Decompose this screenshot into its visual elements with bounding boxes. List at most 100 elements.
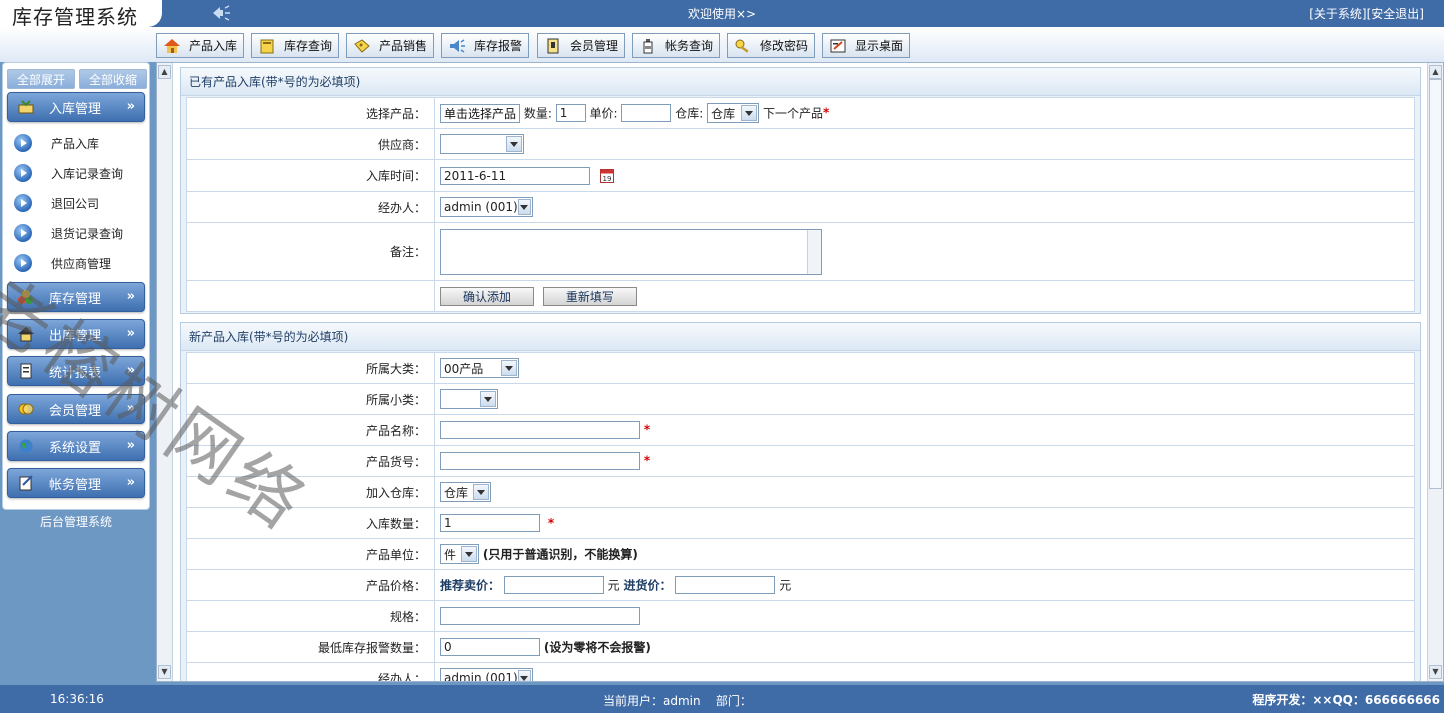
existing-product-title: 已有产品入库(带*号的为必填项) (181, 68, 1420, 96)
sidebar-group-inbound[interactable]: 入库管理 » (7, 92, 145, 122)
key-icon (735, 39, 749, 53)
form-row: 规格： (186, 600, 1415, 632)
calendar-icon[interactable]: 19 (599, 168, 614, 183)
purchase-price-input[interactable] (675, 576, 776, 594)
new-operator-select[interactable]: admin (001) (440, 668, 533, 681)
tag-icon (354, 38, 370, 53)
category-select[interactable]: 00产品 (440, 358, 519, 378)
select-product-button[interactable]: 单击选择产品 (440, 103, 520, 123)
supplier-label: 供应商： (186, 128, 435, 160)
chevron-down-icon (741, 105, 758, 121)
form-cell: 仓库 (434, 476, 1415, 508)
add-warehouse-select[interactable]: 仓库 (440, 482, 491, 502)
toolbar-label: 产品入库 (189, 39, 238, 53)
unit-select[interactable]: 件 (440, 544, 479, 564)
sidebar-group-label: 会员管理 (49, 403, 102, 419)
price-input[interactable] (621, 104, 672, 122)
sidebar-group-ledger[interactable]: 帐务管理 » (7, 468, 145, 498)
next-product-link[interactable]: 下一个产品 (763, 107, 823, 121)
chevron-icon: » (126, 475, 135, 490)
globe-icon (19, 439, 33, 453)
chevron-down-icon (501, 360, 517, 376)
operator-select[interactable]: admin (001) (440, 197, 533, 217)
svg-text:19: 19 (602, 175, 611, 183)
sale-price-input[interactable] (503, 576, 604, 594)
textarea-scrollbar[interactable] (807, 229, 821, 274)
sidebar-group-member[interactable]: 会员管理 » (7, 394, 145, 424)
product-code-input[interactable] (440, 452, 640, 470)
warehouse-value: 仓库 (711, 106, 736, 121)
qty-input[interactable]: 1 (555, 104, 586, 122)
main-content: ▲ ▼ ▲ ▼ 已有产品入库(带*号的为必填项) 选择产品： 单击选择产品 数量… (156, 62, 1444, 682)
department-label: 部门： (715, 694, 752, 708)
reset-button[interactable]: 重新填写 (542, 286, 637, 306)
sidebar-group-stock[interactable]: 库存管理 » (7, 282, 145, 312)
logout-link[interactable]: [安全退出] (1367, 7, 1424, 21)
inbound-qty-input[interactable]: 1 (440, 514, 540, 532)
right-scrollbar[interactable]: ▲ ▼ (1427, 63, 1443, 681)
toolbar-member-button[interactable]: 会员管理 (537, 33, 625, 58)
confirm-add-button[interactable]: 确认添加 (440, 286, 534, 306)
left-scrollbar[interactable]: ▲ ▼ (157, 63, 173, 681)
toolbar-account-query-button[interactable]: 帐务查询 (632, 33, 720, 58)
operator-label: 经办人： (186, 191, 435, 223)
warehouse-label: 仓库: (675, 106, 704, 121)
sidebar-group-outbound[interactable]: 出库管理 » (7, 319, 145, 349)
form-row: 经办人： admin (001) (186, 191, 1415, 223)
sidebar-item-return-company[interactable]: 退回公司 (3, 190, 149, 216)
toolbar-product-inbound-button[interactable]: 产品入库 (156, 33, 244, 58)
subcategory-select[interactable] (440, 389, 498, 409)
form-row: 产品货号： * (186, 445, 1415, 477)
new-product-form: 所属大类： 00产品 所属小类： 产品名称： * 产品货号： * 加入仓库： 仓… (186, 352, 1415, 681)
sidebar-item-product-inbound[interactable]: 产品入库 (3, 130, 149, 156)
toolbar-product-sales-button[interactable]: 产品销售 (346, 33, 434, 58)
left-sidebar: 全部展开 全部收缩 入库管理 » 产品入库 入库记录查询 退回公司 退货记录查询… (2, 62, 150, 510)
scroll-down-icon[interactable]: ▼ (158, 665, 171, 679)
price-label: 单价: (589, 106, 618, 121)
status-bar: 16:36:16 当前用户：admin 部门： 程序开发：××QQ：666666… (0, 685, 1444, 713)
desktop-icon (830, 39, 846, 52)
form-row: 加入仓库： 仓库 (186, 476, 1415, 508)
remark-textarea[interactable] (440, 228, 822, 275)
sidebar-group-label: 入库管理 (49, 101, 102, 117)
about-link[interactable]: [关于系统] (1309, 7, 1366, 21)
sidebar-group-label: 帐务管理 (49, 477, 102, 493)
speaker-icon (450, 38, 465, 53)
warehouse-select[interactable]: 仓库 (707, 103, 760, 123)
report-icon (20, 363, 32, 379)
new-product-title: 新产品入库(带*号的为必填项) (181, 323, 1420, 351)
scroll-up-icon[interactable]: ▲ (1429, 65, 1442, 79)
sidebar-item-supplier[interactable]: 供应商管理 (3, 250, 149, 276)
supplier-select[interactable] (440, 134, 524, 154)
required-mark: * (643, 453, 651, 468)
collapse-all-button[interactable]: 全部收缩 (79, 69, 147, 89)
sidebar-item-return-records[interactable]: 退货记录查询 (3, 220, 149, 246)
form-cell: 2011-6-11 19 (434, 159, 1415, 192)
sidebar-group-settings[interactable]: 系统设置 » (7, 431, 145, 461)
subcategory-label: 所属小类： (186, 383, 435, 415)
form-cell: admin (001) (434, 662, 1415, 681)
sidebar-item-inbound-records[interactable]: 入库记录查询 (3, 160, 149, 186)
date-input[interactable]: 2011-6-11 (440, 166, 590, 185)
arrow-bullet-icon (14, 224, 32, 242)
form-cell (434, 383, 1415, 415)
scroll-down-icon[interactable]: ▼ (1429, 665, 1442, 679)
toolbar-change-password-button[interactable]: 修改密码 (727, 33, 815, 58)
scroll-up-icon[interactable]: ▲ (158, 65, 171, 79)
chevron-icon: » (126, 438, 135, 453)
product-label: 选择产品： (186, 97, 435, 129)
scroll-thumb[interactable] (1429, 79, 1442, 489)
spec-input[interactable] (440, 607, 640, 625)
existing-product-panel: 已有产品入库(带*号的为必填项) 选择产品： 单击选择产品 数量: 1 单价: … (180, 67, 1421, 314)
toolbar-stock-alarm-button[interactable]: 库存报警 (441, 33, 529, 58)
member-card-icon (547, 38, 559, 53)
sidebar-group-report[interactable]: 统计报表 » (7, 356, 145, 386)
date-label: 入库时间： (186, 159, 435, 192)
toolbar-stock-query-button[interactable]: 库存查询 (251, 33, 339, 58)
form-row: 供应商： (186, 128, 1415, 160)
product-name-input[interactable] (440, 421, 640, 439)
alarm-qty-input[interactable]: 0 (440, 638, 540, 656)
form-row: 所属小类： (186, 383, 1415, 415)
expand-all-button[interactable]: 全部展开 (7, 69, 75, 89)
toolbar-show-desktop-button[interactable]: 显示桌面 (822, 33, 910, 58)
